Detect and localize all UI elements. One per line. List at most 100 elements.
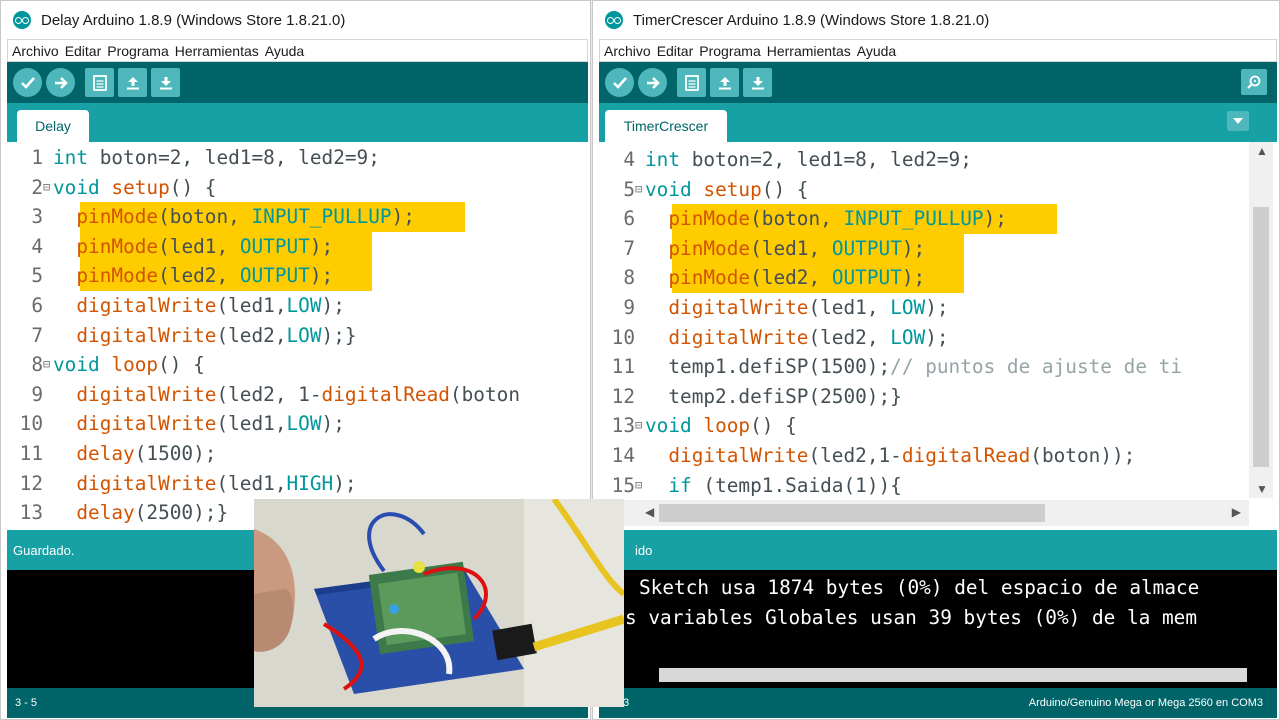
code-editor[interactable]: 4 int boton=2, led1=8, led2=9; 5⊟ void set… [599,142,1251,524]
scroll-up-icon[interactable]: ▲ [1256,144,1268,158]
code-editor[interactable]: 1 int boton=2, led1=8, led2=9; 2⊟ void set… [7,142,590,524]
scroll-down-icon[interactable]: ▼ [1256,482,1268,496]
code-line[interactable]: 5 pinMode(led2, OUTPUT); [7,261,333,291]
menu-herramientas[interactable]: Herramientas [767,43,851,59]
serial-monitor-button[interactable] [1241,69,1267,95]
code-line[interactable]: 10 digitalWrite(led1,LOW); [7,409,345,439]
save-button[interactable] [151,68,180,97]
code-line[interactable]: 10 digitalWrite(led2, LOW); [599,323,949,353]
code-token: (led2, [808,325,891,349]
console-scrollbar[interactable] [659,668,1247,682]
code-token: (boton [449,382,520,406]
menu-programa[interactable]: Programa [699,43,760,59]
code-line[interactable]: 11 delay(1500); [7,439,217,469]
code-line[interactable]: 8 pinMode(led2, OUTPUT); [599,263,925,293]
board-port-label: Arduino/Genuino Mega or Mega 2560 en COM… [1028,697,1263,709]
code-line[interactable]: 3 pinMode(boton, INPUT_PULLUP); [7,202,415,232]
code-line[interactable]: 2⊟ void setup() { [7,173,216,203]
fold-toggle-icon[interactable]: ⊟ [43,350,53,380]
code-token: void [53,353,100,377]
code-token: OUTPUT [831,266,902,290]
code-token: ); [333,471,357,495]
code-token: pinMode [668,266,751,290]
line-number: 15 [611,473,635,497]
code-token: ); [321,294,345,317]
code-line[interactable]: 4 int boton=2, led1=8, led2=9; [599,145,972,175]
code-line[interactable]: 5⊟ void setup() { [599,175,808,205]
code-line[interactable]: 8⊟ void loop() { [7,350,204,380]
code-token: HIGH [286,471,334,495]
code-line[interactable]: 15⊟ if (temp1.Saida(1)){ [599,471,902,501]
code-line[interactable]: 14 digitalWrite(led2,1-digitalRead(boton… [599,441,1136,471]
code-line[interactable]: 4 pinMode(led1, OUTPUT); [7,232,333,262]
fold-toggle-icon[interactable]: ⊟ [635,411,645,441]
code-line[interactable]: 11 temp1.defiSP(1500);// puntos de ajust… [599,352,1182,382]
fold-toggle-icon[interactable]: ⊟ [635,175,645,205]
new-button[interactable] [677,68,706,97]
line-number: 3 [31,205,43,229]
tab-menu-button[interactable] [1227,111,1249,131]
horizontal-scrollbar[interactable]: ◀ ▶ [599,500,1249,526]
vertical-scroll-thumb[interactable] [1253,207,1269,467]
menu-programa[interactable]: Programa [107,43,168,59]
code-line[interactable]: 1 int boton=2, led1=8, led2=9; [7,143,380,173]
line-number: 1 [31,146,43,169]
menu-editar[interactable]: Editar [65,43,102,59]
fold-toggle-icon[interactable]: ⊟ [635,471,645,501]
tab-bar: TimerCrescer [599,103,1277,142]
menu-ayuda[interactable]: Ayuda [857,43,896,59]
code-token: ); [983,207,1007,231]
upload-button[interactable] [46,68,75,97]
arduino-logo-icon [605,11,623,29]
arduino-board-photo [254,499,624,707]
code-line[interactable]: 6 pinMode(boton, INPUT_PULLUP); [599,204,1007,234]
menu-archivo[interactable]: Archivo [604,43,651,59]
scroll-left-icon[interactable]: ◀ [645,505,654,519]
tab-timercrescer[interactable]: TimerCrescer [605,110,727,142]
open-button[interactable] [118,68,147,97]
code-token: pinMode [668,236,751,260]
tab-delay[interactable]: Delay [17,110,89,142]
horizontal-scroll-thumb[interactable] [659,504,1045,522]
code-token: boton=2, led1=8, led2=9; [88,146,380,169]
code-line[interactable]: 7 digitalWrite(led2,LOW);} [7,321,357,351]
code-token: );} [321,323,357,347]
line-number: 9 [623,296,635,319]
verify-button[interactable] [605,68,634,97]
open-button[interactable] [710,68,739,97]
line-number: 6 [31,294,43,317]
new-button[interactable] [85,68,114,97]
verify-button[interactable] [13,68,42,97]
menu-ayuda[interactable]: Ayuda [265,43,304,59]
code-token: INPUT_PULLUP [843,207,984,231]
upload-button[interactable] [638,68,667,97]
window-title: Delay Arduino 1.8.9 (Windows Store 1.8.2… [41,11,346,29]
vertical-scrollbar[interactable]: ▲ ▼ [1249,142,1273,498]
code-line[interactable]: 13⊟ void loop() { [599,411,797,441]
menu-archivo[interactable]: Archivo [12,43,59,59]
save-button[interactable] [743,68,772,97]
scroll-right-icon[interactable]: ▶ [1232,505,1241,519]
fold-toggle-icon[interactable]: ⊟ [43,173,53,203]
code-line[interactable]: 6 digitalWrite(led1,LOW); [7,291,345,321]
right-ide-window: TimerCrescer Arduino 1.8.9 (Windows Stor… [592,0,1280,720]
menu-herramientas[interactable]: Herramientas [175,43,259,59]
code-line[interactable]: 13 delay(2500);} [7,498,229,524]
code-line[interactable]: 9 digitalWrite(led2, 1-digitalRead(boton [7,380,520,410]
menu-editar[interactable]: Editar [657,43,694,59]
code-line[interactable]: 9 digitalWrite(led1, LOW); [599,293,948,323]
code-line[interactable]: 12 temp2.defiSP(2500);} [599,382,902,412]
code-line[interactable]: 7 pinMode(led1, OUTPUT); [599,234,925,264]
code-token: setup [703,177,762,201]
code-line[interactable]: 12 digitalWrite(led1,HIGH); [7,469,357,499]
